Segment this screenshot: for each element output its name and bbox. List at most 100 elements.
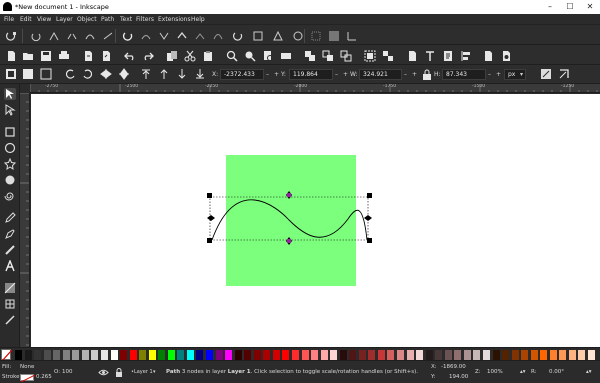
color-swatch[interactable] [406, 350, 414, 360]
color-swatch[interactable] [91, 350, 99, 360]
undo-icon[interactable] [124, 50, 136, 62]
color-swatch[interactable] [167, 350, 175, 360]
color-swatch[interactable] [206, 350, 213, 360]
duplicate-icon[interactable] [304, 50, 316, 62]
color-swatch[interactable] [588, 350, 595, 360]
unlink-clone-icon[interactable] [340, 50, 352, 62]
color-swatch[interactable] [100, 350, 108, 360]
node-handle[interactable] [287, 239, 291, 243]
color-swatch[interactable] [502, 350, 510, 360]
show-mask-icon[interactable] [292, 30, 304, 42]
auto-smooth-node-icon[interactable] [176, 30, 188, 42]
curve-segment-icon[interactable] [212, 30, 224, 42]
scale-corners-icon[interactable] [558, 68, 570, 80]
rotation-stepper[interactable]: ▴▾ [586, 369, 592, 375]
fill-stroke-icon[interactable] [406, 50, 418, 62]
no-paint-swatch[interactable] [1, 349, 13, 362]
chevron-down-icon[interactable]: ▾ [153, 369, 156, 375]
menu-text[interactable]: Text [120, 16, 132, 23]
menu-filters[interactable]: Filters [136, 16, 154, 23]
color-swatch[interactable] [397, 350, 404, 360]
gradient-tool-icon[interactable] [4, 282, 16, 294]
color-swatch[interactable] [540, 350, 548, 360]
color-swatch[interactable] [196, 350, 204, 360]
color-swatch[interactable] [139, 350, 147, 360]
zoom-stepper[interactable]: ▴▾ [520, 369, 526, 375]
lock-icon[interactable] [115, 368, 123, 377]
text-tool-icon[interactable] [4, 260, 16, 272]
scale-handle-sw[interactable] [207, 238, 212, 243]
join-nodes-icon[interactable] [48, 30, 60, 42]
color-swatch[interactable] [463, 350, 471, 360]
color-swatch[interactable] [511, 350, 519, 360]
color-swatch[interactable] [425, 350, 433, 360]
import-icon[interactable] [82, 50, 94, 62]
mesh-tool-icon[interactable] [4, 298, 16, 310]
show-path-outline-icon[interactable] [346, 30, 358, 42]
color-swatch[interactable] [291, 350, 299, 360]
color-swatch[interactable] [272, 350, 280, 360]
color-swatch[interactable] [234, 350, 242, 360]
flip-vertical-icon[interactable] [118, 68, 130, 80]
flip-horizontal-icon[interactable] [100, 68, 112, 80]
color-swatch[interactable] [177, 350, 185, 360]
w-increment[interactable]: + [412, 71, 417, 78]
close-button[interactable]: ✕ [580, 0, 600, 14]
zoom-selection-icon[interactable] [226, 50, 238, 62]
insert-node-icon[interactable] [5, 30, 17, 42]
color-swatch[interactable] [454, 350, 462, 360]
delete-node-icon[interactable] [30, 30, 42, 42]
color-swatch[interactable] [358, 350, 366, 360]
menu-object[interactable]: Object [77, 16, 97, 23]
menu-help[interactable]: Help [191, 16, 205, 23]
dropper-tool-icon[interactable] [4, 314, 16, 326]
color-swatch[interactable] [339, 350, 347, 360]
spiral-tool-icon[interactable] [4, 190, 16, 202]
zoom-width-icon[interactable] [280, 50, 292, 62]
deselect-icon[interactable] [40, 68, 52, 80]
color-swatch[interactable] [568, 350, 576, 360]
menu-extensions[interactable]: Extensions [158, 16, 191, 23]
color-swatch[interactable] [444, 350, 452, 360]
break-path-icon[interactable] [66, 30, 78, 42]
node-tool-icon[interactable] [4, 104, 16, 116]
color-swatch[interactable] [158, 350, 166, 360]
color-swatch[interactable] [62, 350, 70, 360]
current-layer-select[interactable]: •Layer 1 [131, 369, 153, 375]
color-swatch[interactable] [110, 350, 118, 360]
clone-icon[interactable] [322, 50, 334, 62]
h-increment[interactable]: + [496, 71, 501, 78]
group-icon[interactable] [364, 50, 376, 62]
paste-icon[interactable] [202, 50, 214, 62]
x-decrement[interactable]: – [266, 71, 269, 78]
color-swatch[interactable] [473, 350, 481, 360]
save-icon[interactable] [40, 50, 52, 62]
show-clip-icon[interactable] [272, 30, 284, 42]
color-swatch[interactable] [435, 350, 443, 360]
object-to-path-icon[interactable] [232, 30, 244, 42]
zoom-page-icon[interactable] [262, 50, 274, 62]
star-tool-icon[interactable] [4, 158, 16, 170]
line-segment-icon[interactable] [194, 30, 206, 42]
join-segment-icon[interactable] [84, 30, 96, 42]
color-swatch[interactable] [530, 350, 538, 360]
h-input[interactable]: 87.343 [442, 69, 486, 80]
y-decrement[interactable]: – [335, 71, 338, 78]
color-swatch[interactable] [368, 350, 376, 360]
color-swatch[interactable] [15, 350, 22, 360]
color-swatch[interactable] [215, 350, 223, 360]
xml-editor-icon[interactable] [442, 50, 454, 62]
rotation-value[interactable]: 0.00° [549, 369, 564, 375]
w-decrement[interactable]: – [404, 71, 407, 78]
scale-handle-e[interactable] [364, 215, 372, 221]
opacity-value[interactable]: 100 [62, 369, 73, 375]
export-icon[interactable] [100, 50, 112, 62]
color-swatch[interactable] [320, 350, 328, 360]
color-swatch[interactable] [81, 350, 89, 360]
node-handle[interactable] [287, 193, 291, 197]
color-swatch[interactable] [377, 350, 385, 360]
color-swatch[interactable] [482, 350, 490, 360]
ellipse-tool-icon[interactable] [4, 142, 16, 154]
color-swatch[interactable] [549, 350, 557, 360]
rotate-cw-icon[interactable] [82, 68, 94, 80]
